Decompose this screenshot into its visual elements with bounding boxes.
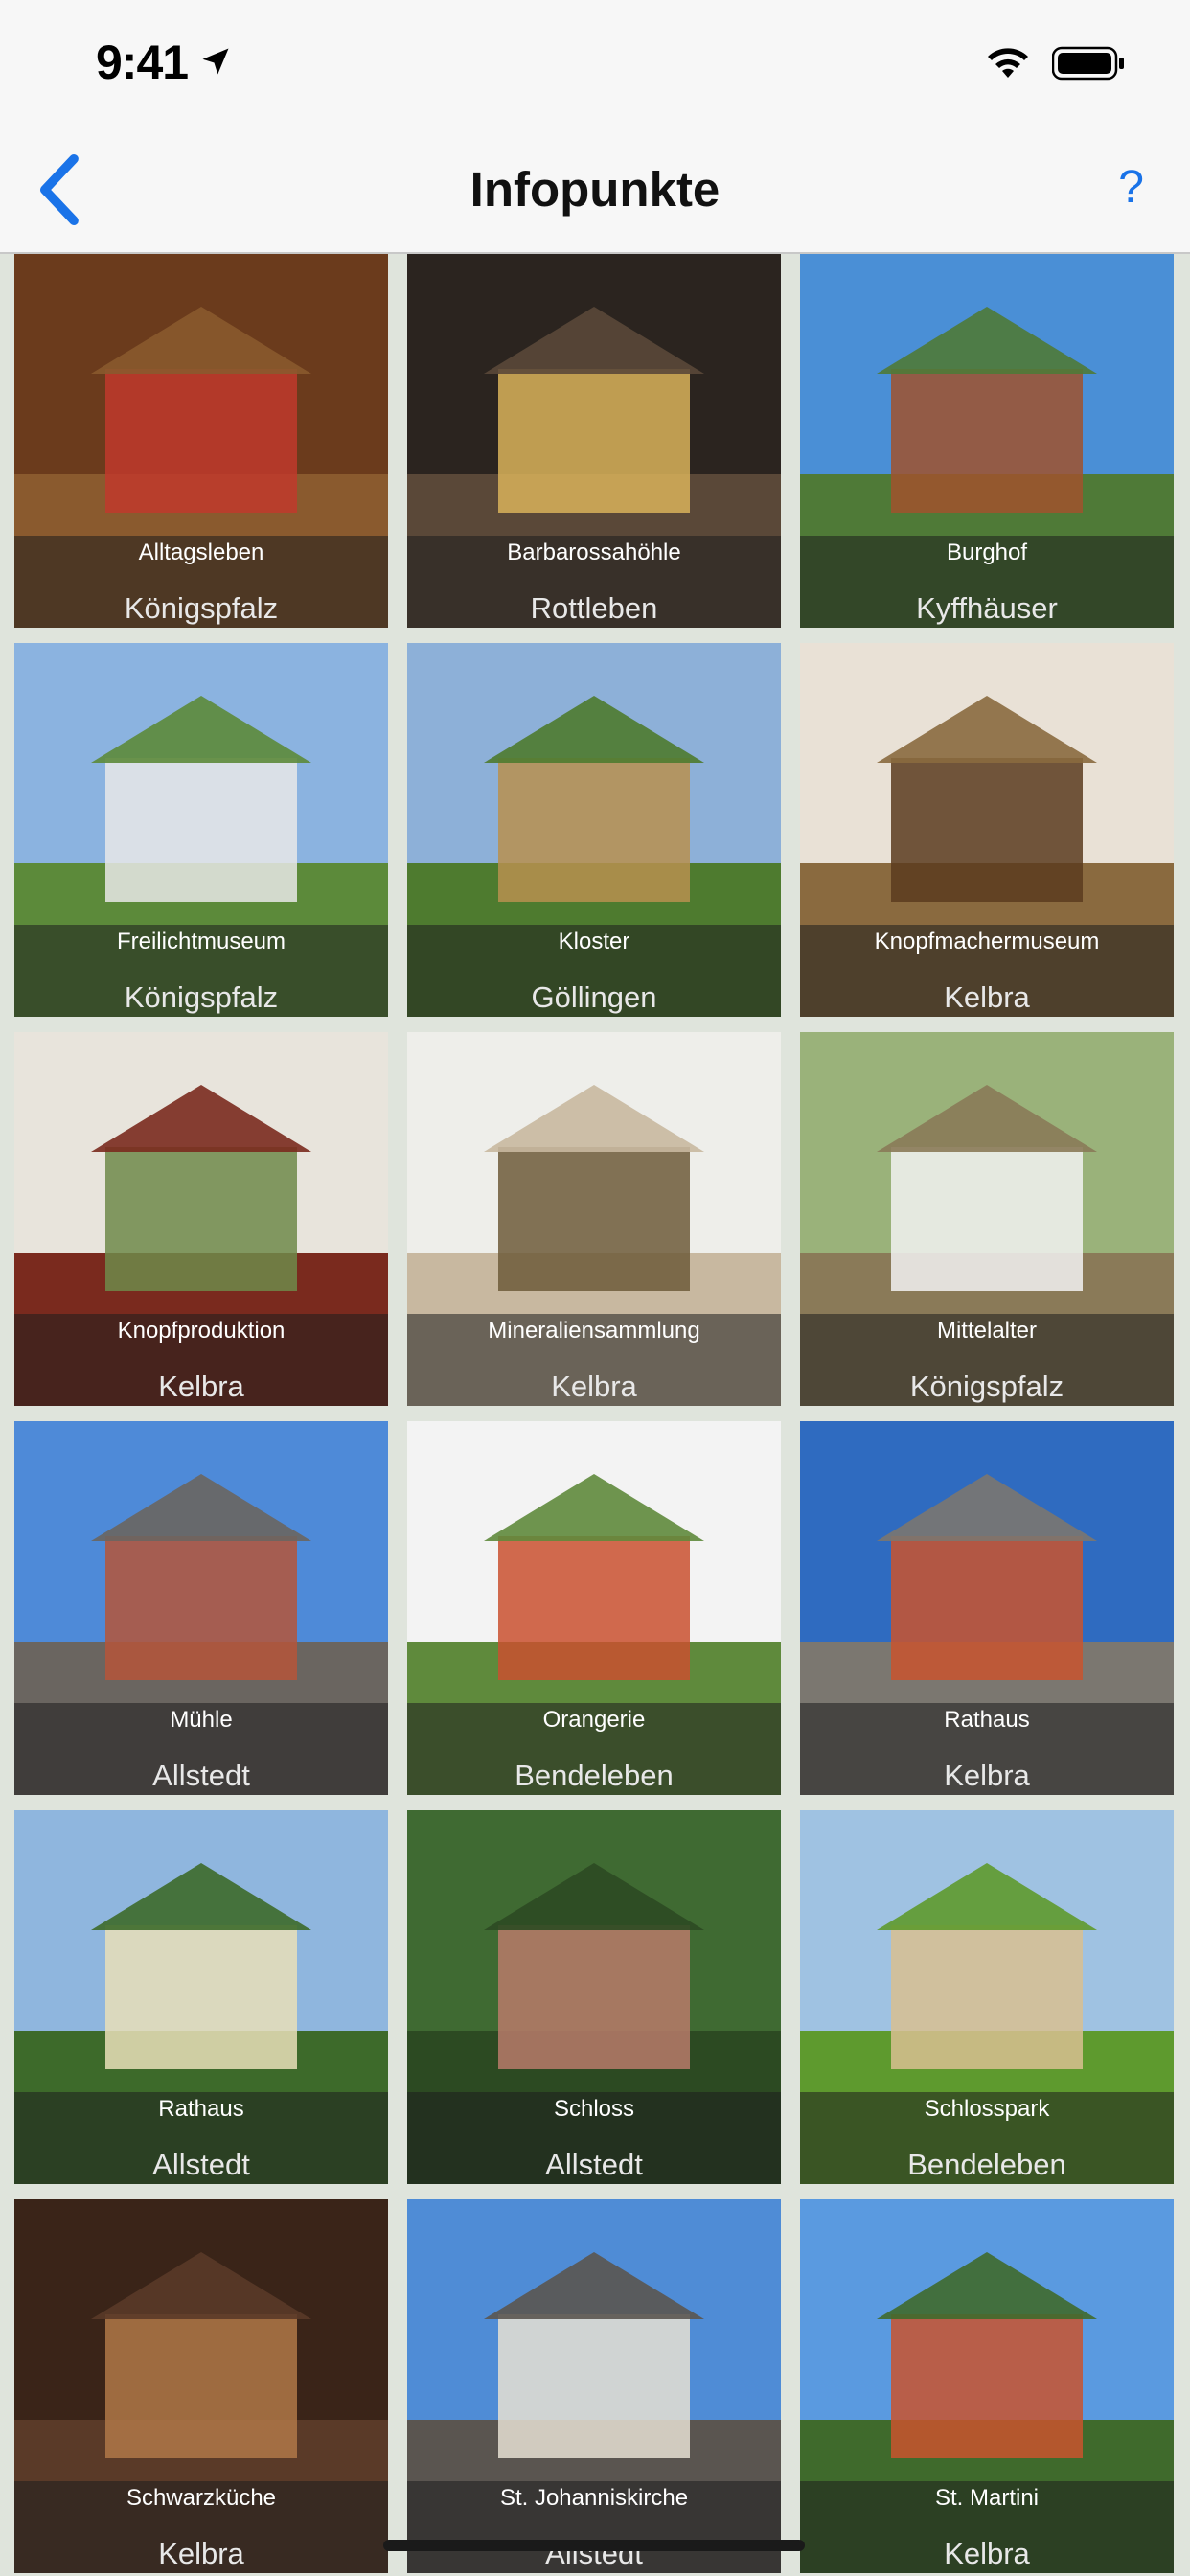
tile-caption: Mineraliensammlung Kelbra — [407, 1314, 781, 1406]
navigation-bar: Infopunkte ? — [0, 125, 1190, 254]
infopoint-tile[interactable]: Schlosspark Bendeleben — [800, 1810, 1174, 2184]
tile-subtitle: Allstedt — [545, 2148, 643, 2181]
tile-title: Schlosspark — [924, 2096, 1050, 2122]
wifi-icon — [988, 48, 1028, 78]
tile-subtitle: Göllingen — [531, 980, 657, 1014]
tile-caption: Alltagsleben Königspfalz — [14, 536, 388, 628]
tile-title: Knopfmachermuseum — [874, 929, 1100, 954]
tile-title: Barbarossahöhle — [507, 540, 681, 565]
tile-caption: Knopfmachermuseum Kelbra — [800, 925, 1174, 1017]
tile-subtitle: Kyffhäuser — [916, 591, 1058, 625]
tile-subtitle: Allstedt — [152, 1759, 250, 1792]
tile-subtitle: Königspfalz — [909, 1369, 1064, 1403]
tile-caption: Kloster Göllingen — [407, 925, 781, 1017]
home-indicator — [383, 2540, 805, 2551]
infopoint-tile[interactable]: Rathaus Allstedt — [14, 1810, 388, 2184]
location-arrow-icon — [202, 48, 229, 75]
infopoint-tile[interactable]: Kloster Göllingen — [407, 643, 781, 1017]
tile-title: Schloss — [553, 2096, 635, 2122]
infopoint-tile[interactable]: Knopfmachermuseum Kelbra — [800, 643, 1174, 1017]
tile-subtitle: Allstedt — [152, 2148, 250, 2181]
tile-subtitle: Königspfalz — [124, 980, 279, 1014]
tile-title: Mittelalter — [936, 1318, 1038, 1344]
tile-title: Knopfproduktion — [117, 1318, 286, 1344]
infopoint-tile[interactable]: Schloss Allstedt — [407, 1810, 781, 2184]
infopoint-tile[interactable]: Mittelalter Königspfalz — [800, 1032, 1174, 1406]
tile-subtitle: Kelbra — [944, 1759, 1030, 1792]
tile-subtitle: Bendeleben — [907, 2148, 1066, 2181]
battery-icon — [1052, 46, 1124, 80]
status-bar: 9:41 — [0, 0, 1190, 125]
tile-title: St. Martini — [934, 2485, 1040, 2511]
infopoint-tile[interactable]: Knopfproduktion Kelbra — [14, 1032, 388, 1406]
help-button[interactable]: ? — [1118, 161, 1144, 214]
tile-title: Mineraliensammlung — [488, 1318, 700, 1344]
tile-caption: Schloss Allstedt — [407, 2092, 781, 2184]
tile-caption: Mühle Allstedt — [14, 1703, 388, 1795]
tile-title: Burghof — [946, 540, 1028, 565]
status-time: 9:41 — [96, 35, 189, 89]
infopoint-tile[interactable]: St. Johanniskirche Allstedt — [407, 2199, 781, 2573]
infopoint-tile[interactable]: Alltagsleben Königspfalz — [14, 254, 388, 628]
tile-caption: St. Martini Kelbra — [800, 2481, 1174, 2573]
tile-title: Rathaus — [944, 1707, 1030, 1733]
tile-caption: Knopfproduktion Kelbra — [14, 1314, 388, 1406]
infopoint-tile[interactable]: St. Martini Kelbra — [800, 2199, 1174, 2573]
tile-subtitle: Kelbra — [551, 1369, 637, 1403]
tile-caption: Rathaus Allstedt — [14, 2092, 388, 2184]
tile-caption: Burghof Kyffhäuser — [800, 536, 1174, 628]
infopoint-tile[interactable]: Barbarossahöhle Rottleben — [407, 254, 781, 628]
infopoint-tile[interactable]: Schwarzküche Kelbra — [14, 2199, 388, 2573]
tile-caption: Mittelalter Königspfalz — [800, 1314, 1174, 1406]
tile-title: Orangerie — [542, 1707, 646, 1733]
tile-title: Schwarzküche — [126, 2485, 277, 2511]
tile-subtitle: Kelbra — [158, 1369, 244, 1403]
tile-caption: Rathaus Kelbra — [800, 1703, 1174, 1795]
infopoint-tile[interactable]: Rathaus Kelbra — [800, 1421, 1174, 1795]
tile-title: St. Johanniskirche — [499, 2485, 689, 2511]
tile-subtitle: Kelbra — [944, 2537, 1030, 2570]
tile-subtitle: Kelbra — [944, 980, 1030, 1014]
infopoint-tile[interactable]: Freilichtmuseum Königspfalz — [14, 643, 388, 1017]
tile-title: Mühle — [170, 1707, 233, 1733]
tile-title: Rathaus — [158, 2096, 244, 2122]
tile-caption: Schwarzküche Kelbra — [14, 2481, 388, 2573]
page-title: Infopunkte — [469, 162, 721, 217]
tile-subtitle: Bendeleben — [515, 1759, 674, 1792]
infopoint-tile[interactable]: Mineraliensammlung Kelbra — [407, 1032, 781, 1406]
tile-subtitle: Kelbra — [158, 2537, 244, 2570]
tile-caption: Orangerie Bendeleben — [407, 1703, 781, 1795]
tile-caption: Freilichtmuseum Königspfalz — [14, 925, 388, 1017]
tile-caption: St. Johanniskirche Allstedt — [407, 2481, 781, 2573]
tile-caption: Barbarossahöhle Rottleben — [407, 536, 781, 628]
tile-caption: Schlosspark Bendeleben — [800, 2092, 1174, 2184]
tile-title: Freilichtmuseum — [116, 929, 286, 954]
infopoint-tile[interactable]: Burghof Kyffhäuser — [800, 254, 1174, 628]
tile-subtitle: Königspfalz — [124, 591, 279, 625]
infopoint-tile[interactable]: Mühle Allstedt — [14, 1421, 388, 1795]
tile-subtitle: Rottleben — [530, 591, 658, 625]
tile-title: Alltagsleben — [138, 540, 264, 565]
tile-title: Kloster — [558, 929, 630, 954]
infopoint-tile[interactable]: Orangerie Bendeleben — [407, 1421, 781, 1795]
